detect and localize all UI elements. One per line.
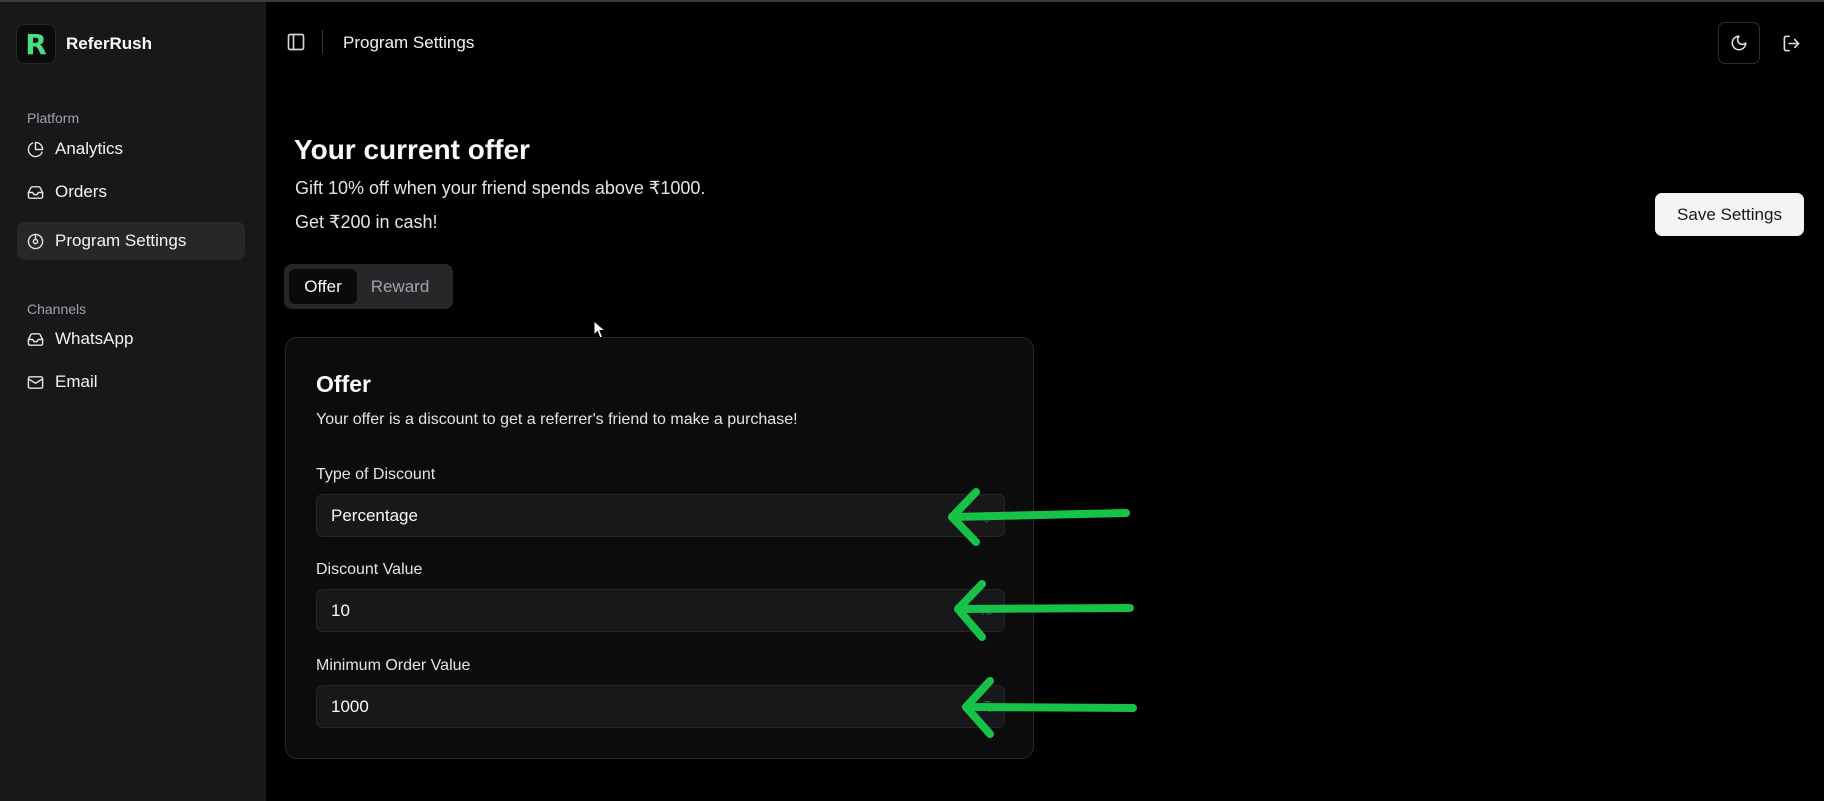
offer-card: Offer Your offer is a discount to get a … — [285, 337, 1034, 759]
discount-value-input[interactable]: 10 % — [316, 589, 1005, 632]
card-description: Your offer is a discount to get a referr… — [316, 411, 798, 428]
tab-list: Offer Reward — [284, 264, 453, 309]
discount-type-value: Percentage — [331, 505, 418, 525]
offer-summary-title: Your current offer — [294, 134, 530, 165]
rupee-suffix: ₹ — [982, 699, 992, 716]
minimum-order-text: 1000 — [331, 696, 369, 716]
logout-button[interactable] — [1778, 30, 1804, 56]
sidebar-item-orders[interactable]: Orders — [17, 173, 245, 211]
mail-icon — [27, 375, 44, 389]
sidebar-item-label: Program Settings — [55, 231, 187, 250]
offer-summary-line-2: Get ₹200 in cash! — [295, 212, 438, 232]
save-settings-button[interactable]: Save Settings — [1655, 193, 1804, 236]
tab-reward[interactable]: Reward — [357, 269, 443, 304]
sidebar: R ReferRush Platform Analytics Orders Pr… — [0, 2, 266, 801]
discount-value-text: 10 — [331, 600, 350, 620]
group-label-channels: Channels — [27, 301, 87, 317]
sidebar-item-program-settings[interactable]: Program Settings — [17, 222, 245, 260]
minimum-order-input[interactable]: 1000 ₹ — [316, 685, 1005, 728]
discount-type-label: Type of Discount — [316, 466, 436, 483]
offer-summary-line-1: Gift 10% off when your friend spends abo… — [295, 178, 706, 198]
moon-icon — [1731, 35, 1747, 51]
window-top-border — [0, 0, 1824, 2]
panel-left-icon[interactable] — [286, 32, 306, 52]
brand[interactable]: R ReferRush — [16, 24, 152, 64]
discount-type-select[interactable]: Percentage ◇ — [316, 494, 1005, 537]
brand-name: ReferRush — [66, 34, 152, 53]
sidebar-item-label: Analytics — [55, 139, 124, 158]
sidebar-item-label: WhatsApp — [55, 329, 134, 348]
sidebar-item-whatsapp[interactable]: WhatsApp — [17, 320, 245, 358]
mouse-cursor-icon — [593, 320, 607, 339]
inbox-icon — [27, 185, 44, 199]
chevron-up-down-icon: ◇ — [980, 508, 992, 525]
settings-circle-icon — [27, 233, 44, 249]
pie-chart-icon — [27, 141, 44, 157]
sidebar-item-label: Email — [55, 372, 98, 391]
percent-suffix: % — [978, 602, 992, 619]
logout-icon — [1783, 35, 1799, 51]
header-divider — [322, 30, 323, 54]
tab-offer[interactable]: Offer — [289, 269, 357, 304]
theme-toggle-button[interactable] — [1718, 22, 1760, 64]
minimum-order-label: Minimum Order Value — [316, 657, 471, 674]
discount-value-label: Discount Value — [316, 561, 423, 578]
page-title: Program Settings — [343, 33, 475, 52]
inbox-icon — [27, 332, 44, 346]
sidebar-item-analytics[interactable]: Analytics — [17, 130, 245, 168]
card-title: Offer — [316, 371, 371, 397]
sidebar-item-email[interactable]: Email — [17, 363, 245, 401]
brand-logo: R — [16, 24, 56, 64]
group-label-platform: Platform — [27, 110, 80, 126]
sidebar-item-label: Orders — [55, 182, 107, 201]
